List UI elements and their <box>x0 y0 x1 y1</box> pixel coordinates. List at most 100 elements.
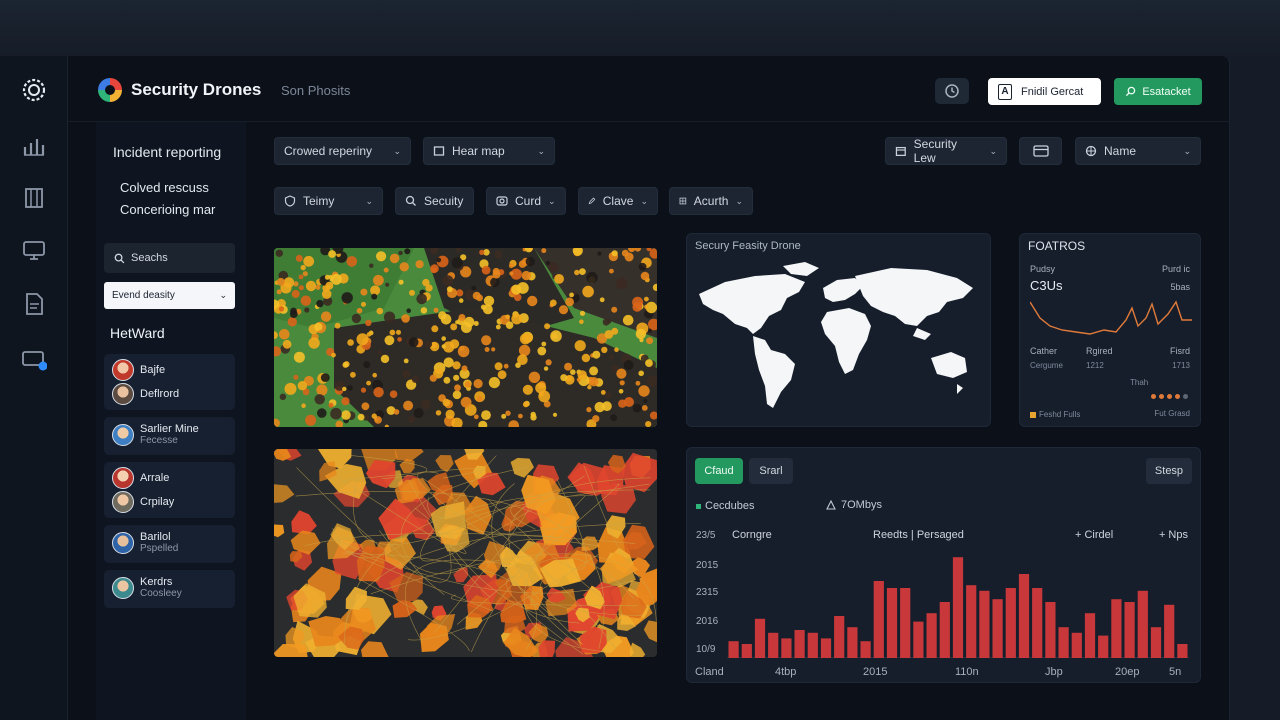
security-filter[interactable]: Secuity <box>395 187 474 215</box>
stats-panel: FOATROS Pudsy Purd ic C3Us 5bas Cather R… <box>1019 233 1201 427</box>
person-name: Sarlier Mine <box>140 423 199 435</box>
stats-row1-a: Cather <box>1030 346 1058 356</box>
clock-button[interactable] <box>935 78 969 104</box>
calendar-icon <box>895 146 906 157</box>
grid-icon <box>679 197 687 205</box>
person-item[interactable]: Crpilay <box>112 491 174 513</box>
progress-dots <box>1151 394 1188 399</box>
app-subtitle: Son Phosits <box>281 83 351 98</box>
action-button[interactable]: Esatacket <box>1114 78 1202 105</box>
team-label: Teimy <box>303 194 335 208</box>
search-input[interactable]: Seachs <box>104 243 235 273</box>
person-card[interactable]: Kerdrs Coosleey <box>104 570 235 608</box>
tab-search[interactable]: Srarl <box>749 458 793 484</box>
bar <box>1124 602 1135 658</box>
stats-legend-right: Fut Grasd <box>1154 409 1190 418</box>
display-notification-icon[interactable] <box>20 346 48 374</box>
bar <box>1032 588 1043 658</box>
person-card[interactable]: Bajfe Deflrord <box>104 354 235 410</box>
app-window: Security Drones Son Phosits A Fnidil Ger… <box>68 56 1230 720</box>
regional-heatmap-image[interactable] <box>274 449 657 657</box>
bar <box>1045 602 1056 658</box>
clave-dropdown[interactable]: Clave ⌄ <box>578 187 658 215</box>
stats-metric: C3Us <box>1030 278 1063 293</box>
stats-metric-right: 5bas <box>1170 282 1190 292</box>
name-dropdown[interactable]: Name ⌄ <box>1075 137 1201 165</box>
chevron-down-icon: ⌄ <box>365 195 373 206</box>
person-item[interactable]: Kerdrs Coosleey <box>112 576 182 600</box>
account-letter: A <box>998 83 1012 100</box>
crowd-reporting-dropdown[interactable]: Crowed reperiny ⌄ <box>274 137 411 165</box>
chevron-down-icon: ⌄ <box>1183 145 1191 156</box>
x-label: 20ep <box>1115 666 1140 678</box>
incident-reporting-link[interactable]: Incident reporting <box>113 144 221 160</box>
action-button-label: Esatacket <box>1142 85 1191 98</box>
stats-row2-a: Cergume <box>1030 361 1063 370</box>
stats-top-right: Purd ic <box>1161 264 1190 274</box>
security-level-label: Security Lew <box>913 137 958 165</box>
bar-chart-panel: Cfaud Srarl Stesp Cecdubes 7OMbys 23/5 C… <box>686 447 1201 683</box>
clave-label: Clave <box>602 194 634 208</box>
bar <box>847 627 858 658</box>
person-name: Deflrord <box>140 388 180 400</box>
rescue-link-line1[interactable]: Colved rescuss <box>120 180 209 195</box>
team-dropdown[interactable]: Teimy ⌄ <box>274 187 383 215</box>
account-button[interactable]: A Fnidil Gercat <box>988 78 1101 105</box>
step-button[interactable]: Stesp <box>1146 458 1192 484</box>
person-card[interactable]: Sarlier Mine Fecesse <box>104 417 235 455</box>
density-select-value: Evend deasity <box>112 290 175 301</box>
person-card[interactable]: Arrale Crpilay <box>104 462 235 518</box>
heat-map-dropdown[interactable]: Hear map ⌄ <box>423 137 555 165</box>
density-select[interactable]: Evend deasity ⌄ <box>104 282 235 309</box>
person-item[interactable]: Deflrord <box>112 383 179 405</box>
person-item[interactable]: Barilol Pspelled <box>112 531 178 555</box>
building-icon[interactable] <box>20 184 48 212</box>
bar <box>1098 635 1109 658</box>
person-card[interactable]: Barilol Pspelled <box>104 525 235 563</box>
bar <box>741 644 752 658</box>
bar-chart-icon[interactable] <box>20 132 48 160</box>
search-icon <box>114 253 125 263</box>
rescue-link-line2[interactable]: Concerioing mar <box>120 202 215 217</box>
bar <box>728 641 739 658</box>
bar <box>781 638 792 658</box>
tab-cloud[interactable]: Cfaud <box>695 458 743 484</box>
logo-gear-icon[interactable] <box>20 76 48 104</box>
x-label: 4tbp <box>775 666 797 678</box>
stats-title: FOATROS <box>1028 239 1086 253</box>
stats-legend-left: Feshd Fulls <box>1030 410 1080 419</box>
card-button[interactable] <box>1019 137 1062 165</box>
chevron-down-icon: ⌄ <box>537 145 545 156</box>
person-name: Kerdrs <box>140 576 173 588</box>
bar <box>952 557 964 658</box>
x-label: 5n <box>1169 666 1182 678</box>
person-item[interactable]: Arrale <box>112 467 169 489</box>
person-item[interactable]: Bajfe <box>112 359 165 381</box>
person-name: Crpilay <box>140 496 175 508</box>
bar <box>979 590 990 658</box>
account-dropdown[interactable]: Acurth ⌄ <box>669 187 753 215</box>
bar <box>794 630 805 658</box>
chevron-down-icon: ⌄ <box>989 145 997 156</box>
bar-chart <box>727 557 1189 658</box>
crowd-heatmap-image[interactable] <box>274 248 657 427</box>
avatar <box>112 467 134 489</box>
world-map-image[interactable] <box>695 254 985 419</box>
bar <box>913 621 924 658</box>
stats-row1-c: Fisrd <box>1170 346 1190 356</box>
chevron-down-icon: ⌄ <box>640 195 648 206</box>
person-role: Fecesse <box>140 435 178 446</box>
world-map-title: Secury Feasity Drone <box>695 240 801 252</box>
security-level-dropdown[interactable]: Security Lew ⌄ <box>885 137 1007 165</box>
document-icon[interactable] <box>20 290 48 318</box>
map-icon <box>433 146 445 156</box>
camera-dropdown[interactable]: Curd ⌄ <box>486 187 566 215</box>
monitor-icon[interactable] <box>20 236 48 264</box>
y-label: 2315 <box>696 587 719 598</box>
stats-row3: Thah <box>1130 378 1149 387</box>
bar <box>834 616 845 658</box>
crowd-reporting-label: Crowed reperiny <box>284 144 373 158</box>
bar <box>860 641 871 658</box>
person-item[interactable]: Sarlier Mine Fecesse <box>112 423 199 447</box>
camera-label: Curd <box>515 194 542 208</box>
